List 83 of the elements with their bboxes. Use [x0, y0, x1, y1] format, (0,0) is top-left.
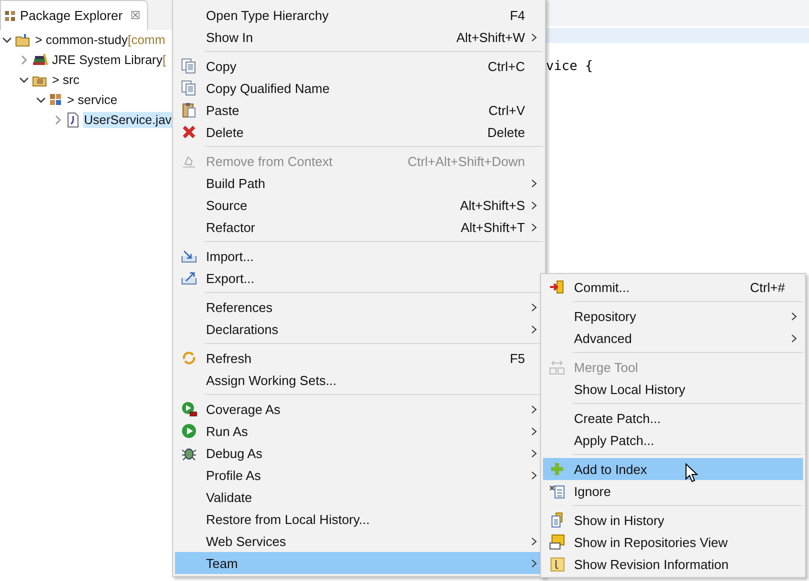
commit-icon	[549, 279, 565, 295]
code-line: vice {	[546, 59, 593, 76]
menu-item[interactable]: Paste Ctrl+V	[175, 99, 543, 121]
refresh-icon	[181, 350, 197, 366]
project-folder-icon	[15, 32, 31, 48]
run-icon	[181, 423, 197, 439]
plus-icon	[549, 461, 565, 477]
menu-item[interactable]: Show Revision Information	[543, 553, 803, 575]
menu-item[interactable]: Profile As	[175, 464, 543, 486]
menu-item[interactable]: Show In Alt+Shift+W	[175, 26, 543, 48]
menu-item[interactable]: Coverage As	[175, 398, 543, 420]
clipboard-icon	[181, 102, 197, 118]
menu-item[interactable]: Add to Index	[543, 458, 803, 480]
chevron-right-icon	[531, 470, 537, 480]
ignore-icon	[549, 483, 565, 499]
tree-item[interactable]: UserService.jav	[83, 112, 173, 128]
chevron-right-icon	[531, 200, 537, 210]
tree-item[interactable]: > service	[66, 92, 118, 108]
close-icon[interactable]: ☒	[130, 9, 141, 22]
menu-item[interactable]: Run As	[175, 420, 543, 442]
menu-item[interactable]: Ignore	[543, 480, 803, 502]
pages-icon	[181, 58, 197, 74]
menu-item[interactable]: Build Path	[175, 172, 543, 194]
play-bar-icon	[181, 401, 197, 417]
merge-icon	[549, 359, 565, 375]
mouse-pointer-icon	[685, 463, 698, 483]
chevron-down-icon[interactable]	[2, 35, 12, 45]
menu-item[interactable]: Declarations	[175, 318, 543, 340]
chevron-right-icon	[531, 32, 537, 42]
menu-item[interactable]: Restore from Local History...	[175, 508, 543, 530]
chevron-right-icon	[531, 302, 537, 312]
chevron-down-icon[interactable]	[19, 75, 29, 85]
chevron-right-icon	[531, 536, 537, 546]
package-explorer-tab[interactable]: Package Explorer ☒	[0, 0, 148, 30]
menu-item[interactable]: Assign Working Sets...	[175, 369, 543, 391]
chevron-right-icon[interactable]	[53, 115, 63, 125]
menu-item[interactable]: Refactor Alt+Shift+T	[175, 216, 543, 238]
menu-item[interactable]: Export...	[175, 267, 543, 289]
menu-item[interactable]: Web Services	[175, 530, 543, 552]
menu-item[interactable]: Debug As	[175, 442, 543, 464]
delete-icon	[181, 124, 197, 140]
git-folder-icon	[549, 534, 565, 550]
chevron-right-icon	[531, 404, 537, 414]
menu-item[interactable]: Team	[175, 552, 543, 574]
menu-item[interactable]: Commit... Ctrl+#	[543, 276, 803, 298]
menu-item[interactable]: References	[175, 296, 543, 318]
package-icon	[4, 10, 16, 22]
menu-item[interactable]: Import...	[175, 245, 543, 267]
books-icon	[32, 53, 48, 67]
menu-item[interactable]: Source Alt+Shift+S	[175, 194, 543, 216]
menu-item[interactable]: Refresh F5	[175, 347, 543, 369]
chevron-right-icon	[531, 222, 537, 232]
java-file-icon	[66, 112, 80, 128]
tree-item[interactable]: > src	[51, 72, 80, 88]
chevron-right-icon	[531, 558, 537, 568]
chevron-right-icon	[791, 334, 797, 342]
menu-item[interactable]: Show in History	[543, 509, 803, 531]
menu-item[interactable]: Create Patch...	[543, 407, 803, 429]
pages-icon	[181, 80, 197, 96]
tray-out-icon	[181, 270, 197, 286]
tray-in-icon	[181, 248, 197, 264]
menu-item[interactable]: Show in Repositories View	[543, 531, 803, 553]
chevron-right-icon	[531, 426, 537, 436]
menu-item[interactable]: Show Local History	[543, 378, 803, 400]
menu-item[interactable]: Copy Qualified Name	[175, 77, 543, 99]
package-icon	[49, 93, 63, 107]
chevron-right-icon[interactable]	[19, 55, 29, 65]
menu-item[interactable]: Advanced	[543, 327, 803, 349]
menu-item[interactable]: Repository	[543, 305, 803, 327]
menu-item[interactable]: Validate	[175, 486, 543, 508]
document-icon	[549, 512, 565, 528]
chevron-right-icon	[791, 312, 797, 320]
chevron-down-icon[interactable]	[36, 95, 46, 105]
menu-item[interactable]: Delete Delete	[175, 121, 543, 143]
tree-item[interactable]: > common-study[comm	[34, 32, 166, 48]
chevron-right-icon	[531, 448, 537, 458]
note-icon	[549, 556, 565, 572]
menu-item[interactable]: Apply Patch...	[543, 429, 803, 451]
chevron-right-icon	[531, 178, 537, 188]
chevron-right-icon	[531, 324, 537, 334]
menu-item[interactable]: Copy Ctrl+C	[175, 55, 543, 77]
menu-item[interactable]: Open Type Hierarchy F4	[175, 4, 543, 26]
tree-item[interactable]: JRE System Library[	[51, 52, 167, 68]
